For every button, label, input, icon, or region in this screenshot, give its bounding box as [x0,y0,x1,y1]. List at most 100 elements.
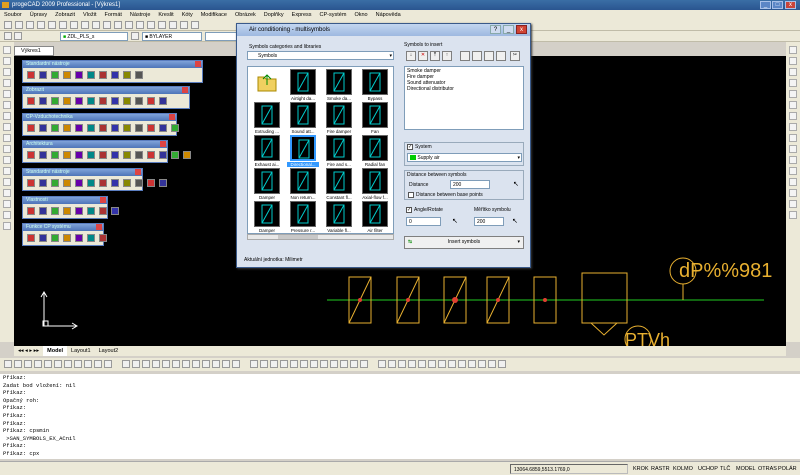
palette-tool-icon[interactable] [51,179,59,187]
palette-tool-icon[interactable] [135,97,143,105]
help-icon[interactable] [191,21,199,29]
palette-tool-icon[interactable] [111,151,119,159]
distance-input[interactable]: 200 [450,180,490,189]
grid-scrollbar[interactable] [247,234,394,240]
palette-tool-icon[interactable] [27,71,35,79]
bottom-tool-icon[interactable] [458,360,466,368]
palette-tool-icon[interactable] [111,124,119,132]
ray-icon[interactable] [3,57,11,65]
hatch-icon[interactable] [3,189,11,197]
palette-tool-icon[interactable] [51,71,59,79]
scale-icon[interactable] [789,123,797,131]
symbol-cell[interactable]: Bypass [359,69,391,101]
palette-tool-icon[interactable] [87,97,95,105]
match-icon[interactable] [92,21,100,29]
undo-icon[interactable] [103,21,111,29]
palette-tool-icon[interactable] [87,71,95,79]
layout-tab[interactable]: Layout2 [95,346,123,356]
palette-tool-icon[interactable] [75,234,83,242]
symbol-cell[interactable]: Extruding ... [251,102,283,134]
palette-tool-icon[interactable] [75,179,83,187]
menu-item[interactable]: Kreslit [154,10,177,20]
palette-tool-icon[interactable] [87,207,95,215]
redo-icon[interactable] [114,21,122,29]
bottom-tool-icon[interactable] [232,360,240,368]
palette-tool-icon[interactable] [39,151,47,159]
menu-item[interactable]: Okno [350,10,371,20]
break-icon[interactable] [789,167,797,175]
palette-tool-icon[interactable] [99,124,107,132]
ellipse-icon[interactable] [3,145,11,153]
paste-icon[interactable] [472,51,482,61]
arc-icon[interactable] [3,101,11,109]
layout-tab[interactable]: Model [43,346,68,356]
floating-palette[interactable]: Architektura [22,140,191,163]
bottom-tool-icon[interactable] [290,360,298,368]
menu-item[interactable]: Úpravy [26,10,51,20]
bottom-tool-icon[interactable] [408,360,416,368]
bottom-tool-icon[interactable] [468,360,476,368]
copy-object-icon[interactable] [789,57,797,65]
bottom-tool-icon[interactable] [14,360,22,368]
palette-title[interactable]: Standardní nástroje [23,61,202,68]
pan-icon[interactable] [125,21,133,29]
stretch-icon[interactable] [789,134,797,142]
bottom-tool-icon[interactable] [44,360,52,368]
menu-item[interactable]: CP-systém [316,10,351,20]
cloud-icon[interactable] [3,123,11,131]
circle-icon[interactable] [3,112,11,120]
bottom-tool-icon[interactable] [84,360,92,368]
chamfer-icon[interactable] [789,189,797,197]
text-icon[interactable] [3,222,11,230]
palette-tool-icon[interactable] [51,234,59,242]
palette-tool-icon[interactable] [171,124,179,132]
palette-tool-icon[interactable] [87,124,95,132]
bottom-tool-icon[interactable] [350,360,358,368]
palette-tool-icon[interactable] [63,71,71,79]
palette-tool-icon[interactable] [147,179,155,187]
palette-close-icon[interactable] [160,141,166,147]
delete-icon[interactable]: ✕ [418,51,428,61]
bottom-tool-icon[interactable] [488,360,496,368]
symbol-cell[interactable]: Fire damper [323,102,355,134]
bottom-tool-icon[interactable] [478,360,486,368]
dialog-close-button[interactable]: x [516,25,527,34]
palette-tool-icon[interactable] [123,97,131,105]
palette-close-icon[interactable] [135,169,141,175]
line-icon[interactable] [3,46,11,54]
bottom-tool-icon[interactable] [418,360,426,368]
palette-tool-icon[interactable] [147,97,155,105]
palette-close-icon[interactable] [169,114,175,120]
print-icon[interactable] [37,21,45,29]
drawing-tab[interactable]: Výkres1 [14,46,54,56]
make-current-icon[interactable] [131,32,139,40]
palette-tool-icon[interactable] [111,207,119,215]
pick-point-icon[interactable]: ↖ [513,180,519,188]
palette-tool-icon[interactable] [51,124,59,132]
symbol-cell[interactable]: Damper [251,201,283,233]
bottom-tool-icon[interactable] [54,360,62,368]
palette-close-icon[interactable] [195,61,201,67]
palette-tool-icon[interactable] [51,207,59,215]
palette-tool-icon[interactable] [123,151,131,159]
status-toggle[interactable]: KOLMO [673,464,693,474]
move-first-icon[interactable]: ⤒ [430,51,440,61]
palette-tool-icon[interactable] [159,179,167,187]
symbol-cell[interactable]: Sound att... [287,102,319,134]
symbol-cell[interactable]: Non return... [287,168,319,200]
bottom-tool-icon[interactable] [270,360,278,368]
bottom-tool-icon[interactable] [202,360,210,368]
palette-tool-icon[interactable] [159,97,167,105]
palette-tool-icon[interactable] [123,179,131,187]
base-points-checkbox[interactable] [408,192,414,198]
palette-tool-icon[interactable] [87,234,95,242]
palette-tool-icon[interactable] [27,179,35,187]
maximize-button[interactable]: □ [772,1,783,9]
menu-item[interactable]: Obrázek [231,10,260,20]
region-icon[interactable] [3,200,11,208]
status-toggle[interactable]: RASTR [651,464,670,474]
palette-tool-icon[interactable] [135,71,143,79]
symbol-cell[interactable]: Axial-flow f... [359,168,391,200]
layout-tab[interactable]: Layout1 [67,346,95,356]
palette-tool-icon[interactable] [99,207,107,215]
